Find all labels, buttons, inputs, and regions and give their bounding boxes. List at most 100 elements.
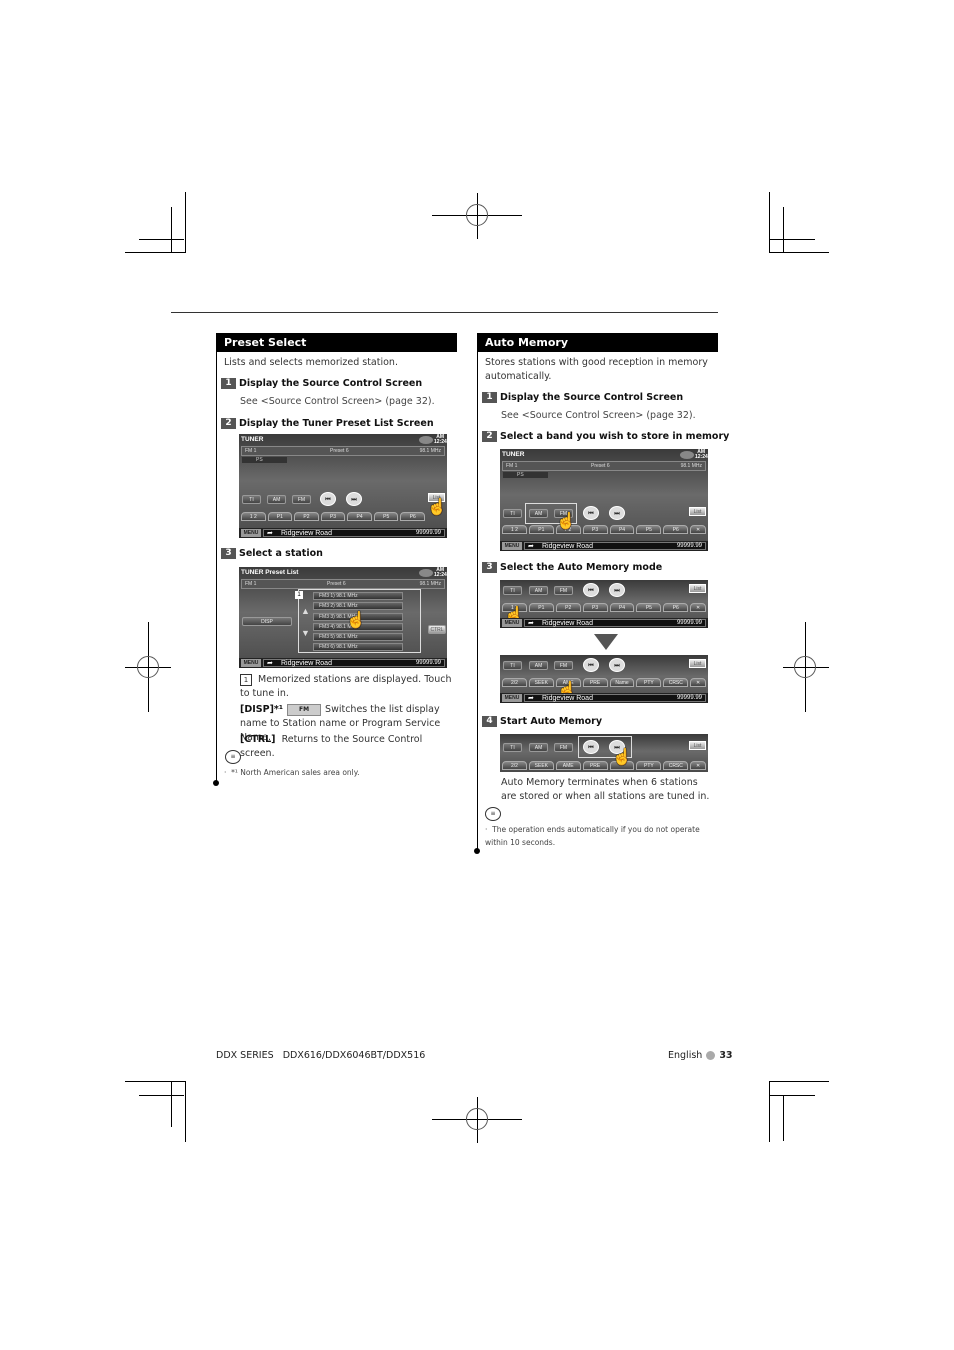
seek-mode-button[interactable]: SEEK <box>528 678 554 687</box>
navigation-bar[interactable]: ➦ Ridgeview Road 99999.99 <box>263 529 445 537</box>
preset-button[interactable]: P4 <box>609 525 635 534</box>
seek-prev-button[interactable]: ⏮ <box>583 658 599 672</box>
crsc-button[interactable]: CRSC <box>663 678 689 687</box>
distance: 99999.99 <box>676 695 702 701</box>
crsc-button[interactable]: CRSC <box>663 761 689 770</box>
preset-label: Preset 6 <box>330 448 349 454</box>
seek-next-button[interactable]: ⏭ <box>609 583 625 597</box>
page-button[interactable]: 2/2 <box>502 678 527 687</box>
seek-mode-button[interactable]: SEEK <box>528 761 554 770</box>
ti-button[interactable]: TI <box>503 743 522 752</box>
page-button[interactable]: 2/2 <box>502 761 527 770</box>
close-button[interactable]: ✕ <box>690 678 706 687</box>
navigation-bar[interactable]: ➦ Ridgeview Road 99999.99 <box>524 694 706 702</box>
ti-button[interactable]: TI <box>503 509 522 518</box>
fm-button[interactable]: FM <box>554 586 573 595</box>
seek-next-button[interactable]: ⏭ <box>346 492 362 506</box>
list-button[interactable]: List <box>689 741 706 750</box>
ti-button[interactable]: TI <box>503 661 522 670</box>
list-button[interactable]: List <box>689 507 706 516</box>
am-button[interactable]: AM <box>529 661 548 670</box>
ctrl-button[interactable]: CTRL <box>428 625 446 634</box>
scroll-up-icon[interactable]: ▲ <box>301 606 310 616</box>
navigation-bar[interactable]: ➦ Ridgeview Road 99999.99 <box>524 542 706 550</box>
pre-button[interactable]: PRE <box>582 761 608 770</box>
menu-button[interactable]: MENU <box>502 619 522 627</box>
seek-next-button[interactable]: ⏭ <box>609 658 625 672</box>
navigation-bar[interactable]: ➦ Ridgeview Road 99999.99 <box>524 619 706 627</box>
name-button[interactable]: Name <box>609 678 635 687</box>
column-rule <box>477 352 478 850</box>
step-number: 2 <box>221 418 236 429</box>
preset-button[interactable]: P4 <box>347 512 372 521</box>
menu-button[interactable]: MENU <box>241 659 261 667</box>
preset-button[interactable]: P1 <box>528 525 554 534</box>
seek-next-button[interactable]: ⏭ <box>609 506 625 520</box>
info-bar: FM 1 Preset 6 98.1 MHz <box>502 461 706 471</box>
preset-button[interactable]: P4 <box>609 603 635 612</box>
seek-prev-button[interactable]: ⏮ <box>583 740 599 754</box>
preset-button[interactable]: P2 <box>294 512 319 521</box>
station-item[interactable]: FM3 1) 98.1 MHz <box>313 592 403 600</box>
step-number: 4 <box>482 716 497 727</box>
am-button[interactable]: AM <box>529 743 548 752</box>
section-title-preset-select: Preset Select <box>216 333 457 352</box>
fm-button[interactable]: FM <box>554 661 573 670</box>
preset-button[interactable]: P3 <box>582 525 608 534</box>
fm-badge-icon: FM <box>287 703 322 716</box>
close-button[interactable]: ✕ <box>690 603 706 612</box>
am-button[interactable]: AM <box>529 509 548 518</box>
fm-button[interactable]: FM <box>292 495 311 504</box>
crop-mark <box>171 207 172 253</box>
intro-text: Lists and selects memorized station. <box>224 357 398 368</box>
seek-prev-button[interactable]: ⏮ <box>320 492 336 506</box>
seek-prev-button[interactable]: ⏮ <box>583 583 599 597</box>
step-3: 3 Select the Auto Memory mode <box>482 562 662 574</box>
preset-button[interactable]: P5 <box>636 603 662 612</box>
menu-button[interactable]: MENU <box>241 529 261 537</box>
pty-button[interactable]: PTY <box>636 761 662 770</box>
step-1-reference[interactable]: See <Source Control Screen> (page 32). <box>240 396 435 407</box>
preset-button[interactable]: P3 <box>320 512 346 521</box>
station-item[interactable]: FM3 6) 98.1 MHz <box>313 643 403 651</box>
ti-button[interactable]: TI <box>503 586 522 595</box>
preset-button[interactable]: P5 <box>636 525 662 534</box>
preset-button[interactable]: P1 <box>528 603 554 612</box>
preset-button[interactable]: P6 <box>663 603 689 612</box>
station-item[interactable]: FM3 5) 98.1 MHz <box>313 633 403 641</box>
seek-prev-button[interactable]: ⏮ <box>583 506 599 520</box>
pty-button[interactable]: PTY <box>636 678 662 687</box>
preset-button[interactable]: P6 <box>663 525 689 534</box>
am-button[interactable]: AM <box>267 495 286 504</box>
step-number: 3 <box>221 548 236 559</box>
pre-button[interactable]: PRE <box>582 678 608 687</box>
fm-button[interactable]: FM <box>554 743 573 752</box>
menu-button[interactable]: MENU <box>502 542 522 550</box>
close-button[interactable]: ✕ <box>690 525 706 534</box>
am-button[interactable]: AM <box>529 586 548 595</box>
step-title: Start Auto Memory <box>500 716 603 727</box>
list-button[interactable]: List <box>689 584 706 593</box>
status-bar: MENU ➦ Ridgeview Road 99999.99 <box>239 658 447 668</box>
preset-button[interactable]: P2 <box>555 603 581 612</box>
ame-button[interactable]: AME <box>555 761 581 770</box>
step-1-reference[interactable]: See <Source Control Screen> (page 32). <box>501 410 696 421</box>
preset-button[interactable]: P5 <box>373 512 399 521</box>
list-button[interactable]: List <box>689 659 706 668</box>
disp-button[interactable]: DISP <box>242 617 292 626</box>
preset-button[interactable]: P1 <box>267 512 293 521</box>
step-3: 3 Select a station <box>221 548 323 560</box>
station-item[interactable]: FM3 2) 98.1 MHz <box>313 602 403 610</box>
scroll-down-icon[interactable]: ▼ <box>301 628 310 638</box>
preset-page-button[interactable]: 1 2 <box>502 525 527 534</box>
navigation-bar[interactable]: ➦ Ridgeview Road 99999.99 <box>263 659 445 667</box>
crop-mark <box>769 1081 829 1082</box>
preset-page-button[interactable]: 1 2 <box>241 512 266 521</box>
preset-button[interactable]: P6 <box>400 512 426 521</box>
close-button[interactable]: ✕ <box>690 761 706 770</box>
menu-button[interactable]: MENU <box>502 694 522 702</box>
ti-button[interactable]: TI <box>242 495 261 504</box>
distance: 99999.99 <box>676 543 702 549</box>
preset-button[interactable]: P3 <box>582 603 608 612</box>
screen-title: TUNER <box>502 451 525 458</box>
